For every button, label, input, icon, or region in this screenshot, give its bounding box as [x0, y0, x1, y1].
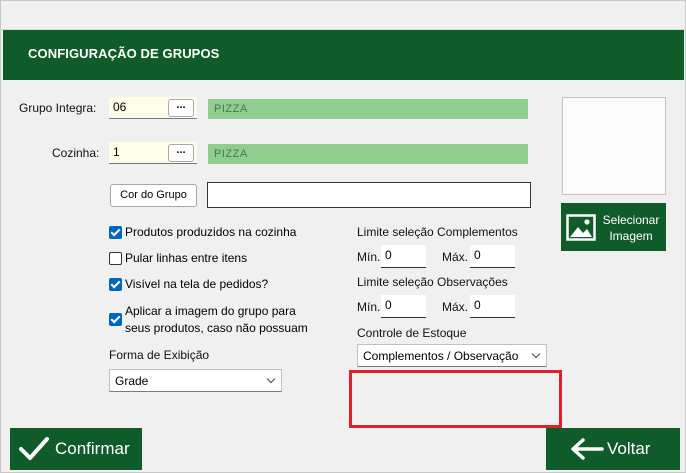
voltar-button[interactable]: Voltar — [546, 428, 680, 470]
grupo-integra-label: Grupo Integra: — [19, 101, 97, 115]
grupo-integra-lookup-button[interactable]: ... — [168, 99, 194, 117]
complementos-max-value: 0 — [474, 248, 481, 262]
checkbox-produtos-cozinha[interactable] — [109, 226, 122, 239]
complementos-min-label: Mín. — [357, 250, 381, 264]
checkbox-aplicar-imagem-label: Aplicar a imagem do grupo para seus prod… — [125, 303, 308, 337]
checkbox-aplicar-imagem-label-line2: seus produtos, caso não possuam — [125, 321, 308, 335]
checkbox-produtos-cozinha-label: Produtos produzidos na cozinha — [125, 225, 297, 239]
cozinha-lookup-button[interactable]: ... — [168, 144, 194, 162]
group-image-preview — [562, 97, 666, 195]
complementos-max-label: Máx. — [442, 250, 469, 264]
checkbox-pular-linhas-label: Pular linhas entre itens — [125, 251, 248, 265]
dialog-title: CONFIGURAÇÃO DE GRUPOS — [28, 46, 220, 61]
image-icon — [566, 214, 596, 241]
forma-exibicao-label: Forma de Exibição — [109, 348, 210, 362]
arrow-left-icon — [571, 438, 604, 460]
checkmark-icon — [19, 437, 49, 460]
observacoes-min-value: 0 — [385, 298, 392, 312]
select-image-label-line2: Imagem — [609, 229, 653, 243]
forma-exibicao-value: Grade — [115, 374, 149, 388]
cozinha-code-value: 1 — [113, 145, 120, 159]
limite-complementos-title: Limite seleção Complementos — [357, 225, 518, 239]
checkbox-aplicar-imagem-label-line1: Aplicar a imagem do grupo para — [125, 304, 296, 318]
checkbox-visivel-pedidos-label: Visível na tela de pedidos? — [125, 277, 269, 291]
cor-do-grupo-preview[interactable] — [207, 182, 531, 208]
checkbox-aplicar-imagem[interactable] — [109, 313, 122, 326]
observacoes-max-input[interactable]: 0 — [470, 295, 515, 318]
confirmar-button[interactable]: Confirmar — [10, 428, 142, 470]
chevron-down-icon — [531, 349, 541, 359]
complementos-max-input[interactable]: 0 — [470, 245, 515, 268]
select-image-label-line1: Selecionar — [602, 213, 660, 227]
forma-exibicao-select[interactable]: Grade — [109, 369, 282, 392]
select-image-button[interactable]: Selecionar Imagem — [561, 203, 666, 251]
cor-do-grupo-button[interactable]: Cor do Grupo — [110, 184, 197, 207]
controle-estoque-label: Controle de Estoque — [357, 326, 467, 340]
complementos-min-input[interactable]: 0 — [381, 245, 426, 268]
controle-estoque-value: Complementos / Observação — [363, 349, 519, 363]
grupo-integra-code-value: 06 — [113, 100, 127, 114]
complementos-min-value: 0 — [385, 248, 392, 262]
confirmar-label: Confirmar — [55, 439, 130, 458]
observacoes-min-label: Mín. — [357, 300, 381, 314]
observacoes-max-label: Máx. — [442, 300, 469, 314]
cozinha-name-field: PIZZA — [208, 144, 528, 164]
voltar-label: Voltar — [607, 439, 651, 458]
cozinha-label: Cozinha: — [52, 146, 100, 160]
checkbox-visivel-pedidos[interactable] — [109, 278, 122, 291]
dialog-header: CONFIGURAÇÃO DE GRUPOS — [3, 30, 684, 80]
controle-estoque-select[interactable]: Complementos / Observação — [357, 344, 547, 367]
highlight-box — [349, 370, 562, 428]
limite-observacoes-title: Limite seleção Observações — [357, 275, 508, 289]
grupo-integra-name-field: PIZZA — [208, 99, 528, 119]
observacoes-max-value: 0 — [474, 298, 481, 312]
checkbox-pular-linhas[interactable] — [109, 252, 122, 265]
observacoes-min-input[interactable]: 0 — [381, 295, 426, 318]
chevron-down-icon — [266, 374, 276, 384]
